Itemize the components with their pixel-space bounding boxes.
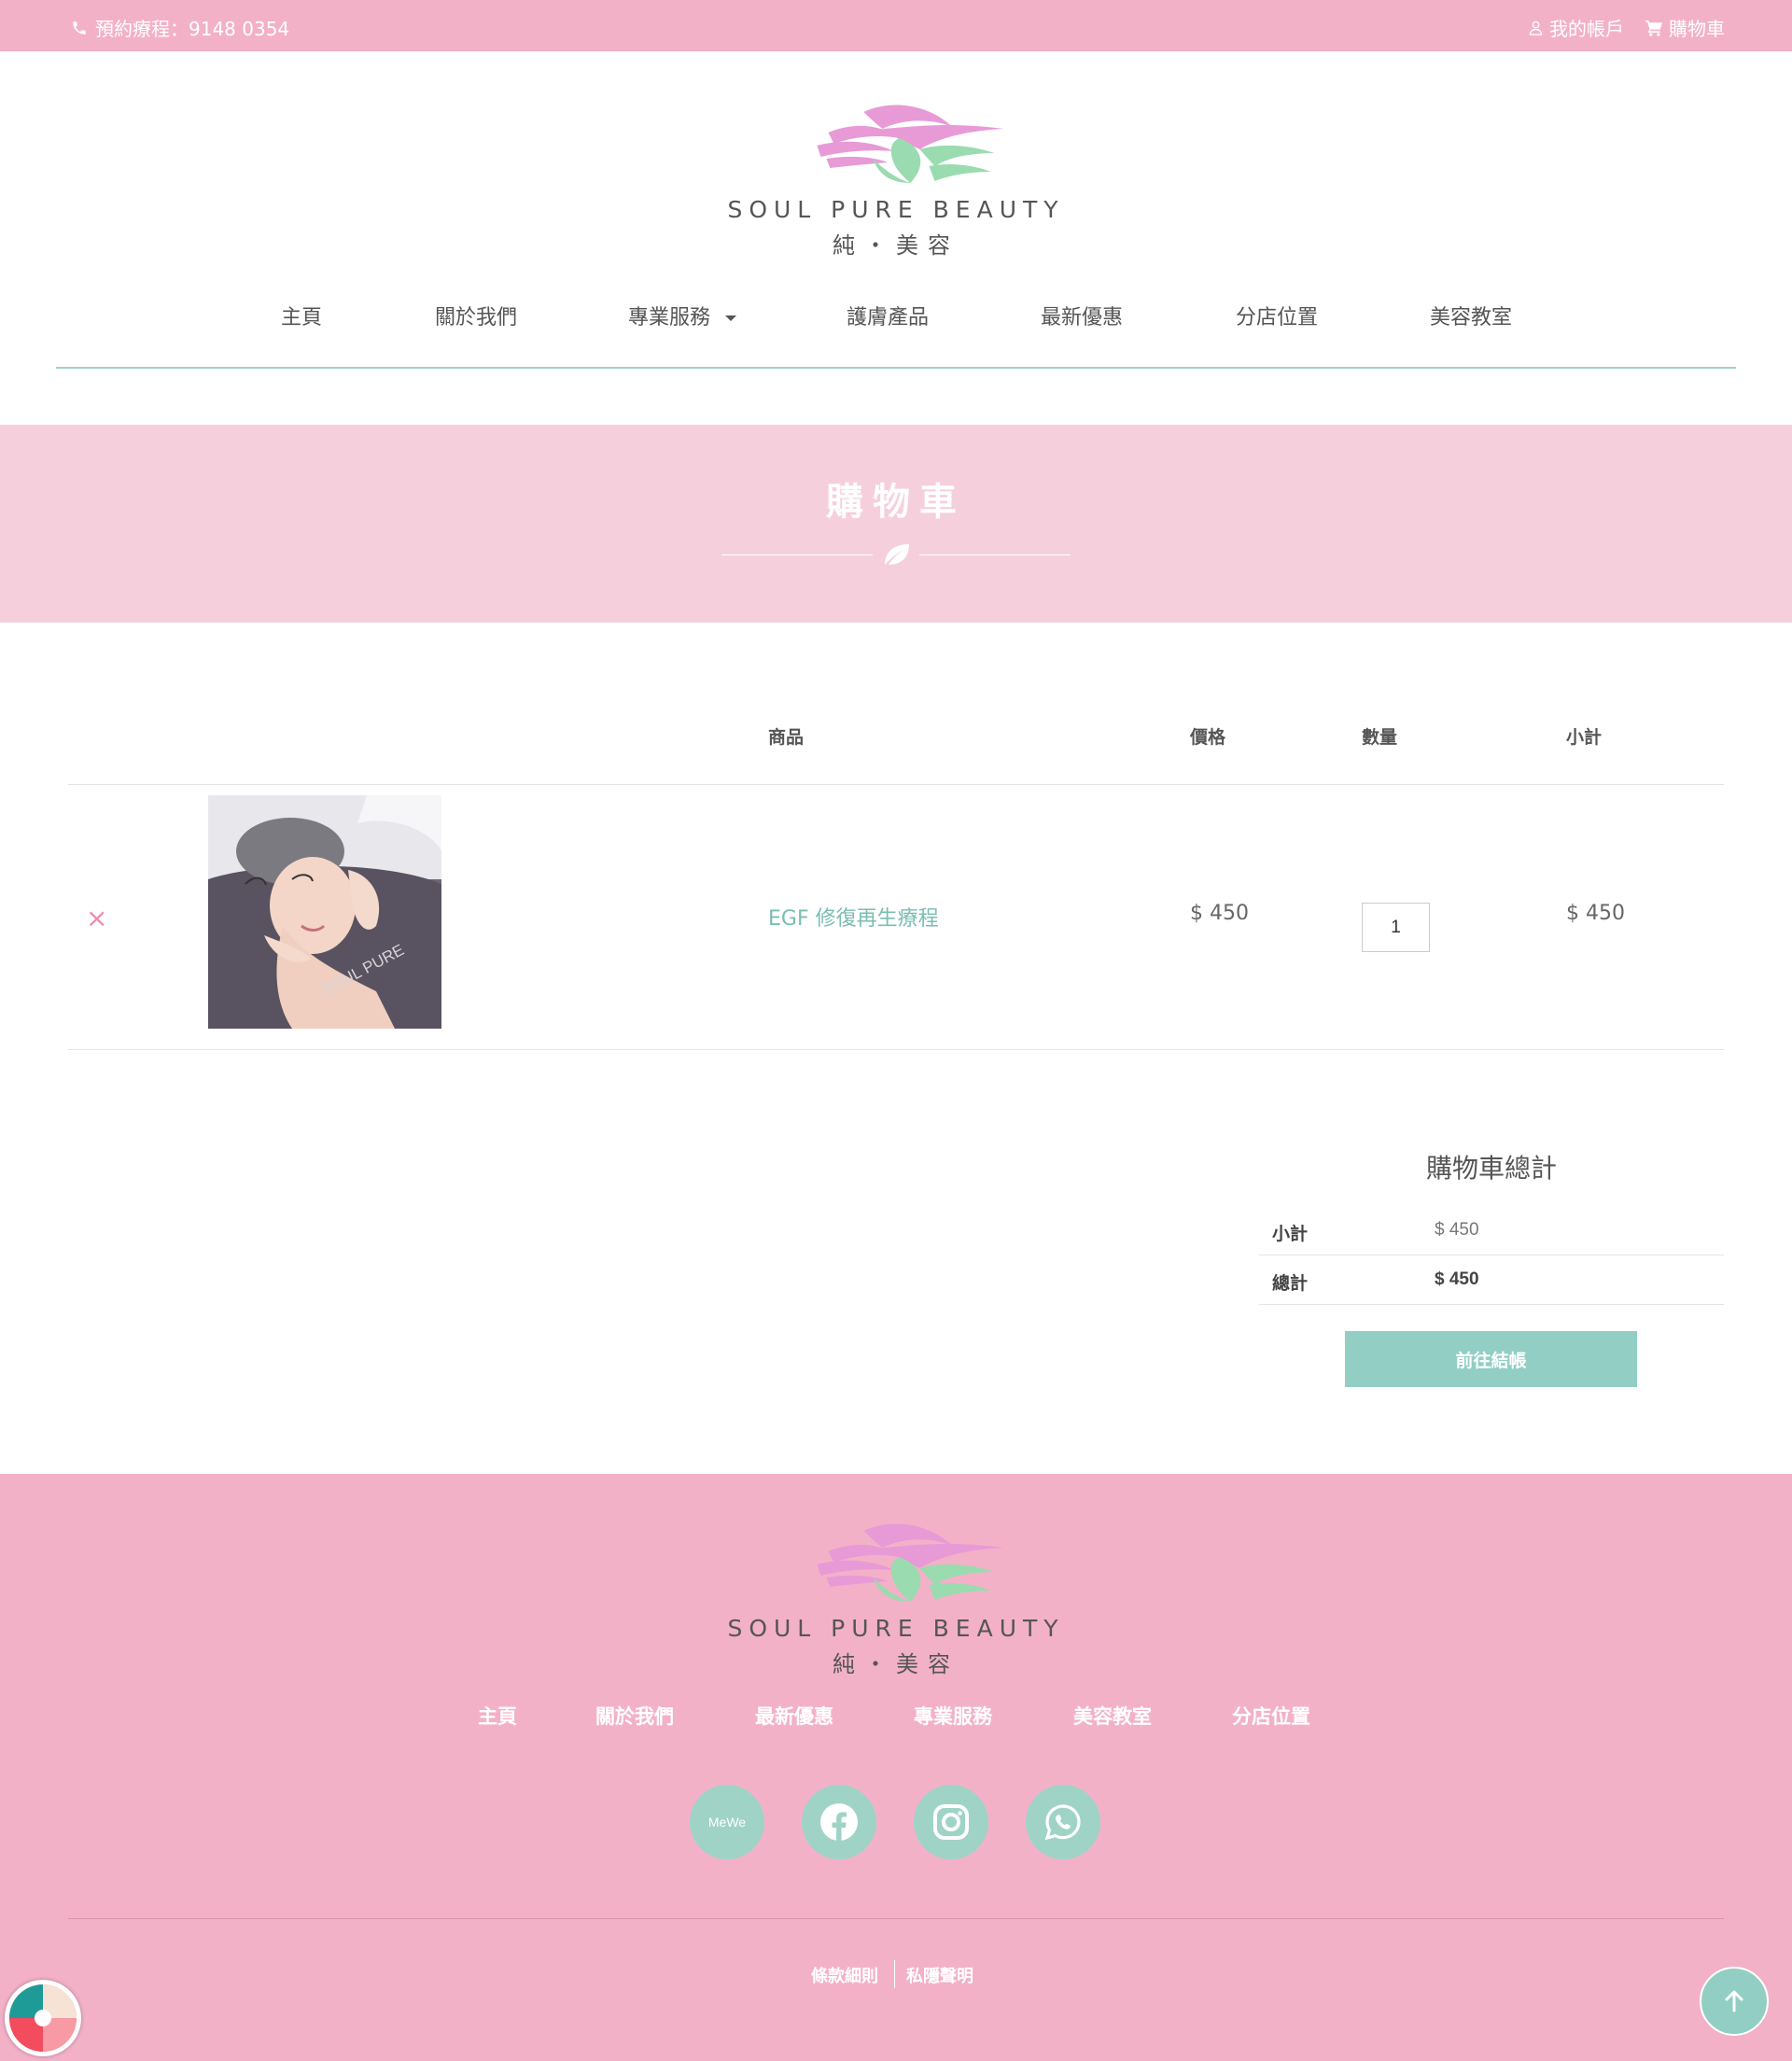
nav-item-offers[interactable]: 最新優惠: [1041, 301, 1123, 330]
totals-total-row: 總計 $ 450: [1259, 1255, 1724, 1305]
phone-icon: [73, 21, 86, 35]
nav-item-home[interactable]: 主頁: [281, 301, 322, 330]
footer-nav-about[interactable]: 關於我們: [595, 1702, 674, 1730]
nav-item-locations[interactable]: 分店位置: [1236, 301, 1318, 330]
cart-totals-title: 購物車總計: [1425, 1153, 1557, 1184]
mewe-button[interactable]: MeWe: [690, 1785, 764, 1859]
instagram-button[interactable]: [914, 1785, 988, 1859]
nav-item-services-label: 專業服務: [628, 306, 711, 329]
product-thumbnail[interactable]: SOUL PURE: [208, 795, 441, 1029]
footer-brand-name-zh: 純・美容: [832, 1651, 959, 1677]
logo-mark-icon: [816, 105, 1003, 183]
phone-text: 預約療程：9148 0354: [95, 18, 290, 40]
facebook-icon: [820, 1803, 858, 1841]
nav-item-classroom[interactable]: 美容教室: [1430, 301, 1512, 330]
table-row-divider: [68, 1049, 1724, 1050]
arrow-up-icon: [1725, 1990, 1743, 2012]
floating-widget-button[interactable]: [5, 1980, 81, 2056]
cart-icon: [1645, 20, 1662, 36]
product-price: $ 450: [1190, 902, 1249, 925]
phone-link[interactable]: 預約療程：9148 0354: [71, 14, 289, 41]
leaf-icon: [885, 544, 909, 565]
col-header-product: 商品: [768, 727, 805, 748]
totals-total-label: 總計: [1272, 1273, 1309, 1294]
user-icon: [1529, 21, 1543, 35]
my-account-link[interactable]: 我的帳戶: [1528, 14, 1624, 41]
whatsapp-button[interactable]: [1026, 1785, 1100, 1859]
totals-total-value: $ 450: [1435, 1269, 1479, 1289]
terms-link[interactable]: 條款細則: [811, 1963, 878, 1987]
footer-brand-name-en: SOUL PURE BEAUTY: [727, 1615, 1065, 1642]
table-header-divider: [68, 784, 1724, 785]
back-to-top-button[interactable]: [1700, 1967, 1769, 2036]
page-banner: 購物車: [0, 425, 1792, 623]
site-logo[interactable]: SOUL PURE BEAUTY 純・美容: [727, 101, 1064, 259]
whatsapp-icon: [1044, 1804, 1081, 1841]
nav-divider: [56, 367, 1736, 369]
cart-label: 購物車: [1669, 18, 1725, 40]
title-divider: [721, 537, 1071, 574]
divider-line-right: [919, 554, 1071, 555]
footer-logo-mark-icon: [816, 1523, 1003, 1602]
cart-link[interactable]: 購物車: [1645, 14, 1725, 41]
color-wheel-icon: [9, 1984, 77, 2052]
product-photo-icon: SOUL PURE: [208, 795, 441, 1029]
totals-subtotal-row: 小計 $ 450: [1259, 1206, 1724, 1255]
product-subtotal: $ 450: [1566, 902, 1625, 925]
footer-logo[interactable]: SOUL PURE BEAUTY 純・美容: [727, 1520, 1064, 1678]
totals-subtotal-label: 小計: [1272, 1224, 1309, 1244]
chevron-down-icon: [725, 315, 737, 321]
product-name-link[interactable]: EGF 修復再生療程: [768, 902, 939, 932]
footer-nav-offers[interactable]: 最新優惠: [755, 1702, 833, 1730]
footer-nav-home[interactable]: 主頁: [478, 1702, 517, 1730]
col-header-subtotal: 小計: [1566, 727, 1603, 748]
instagram-icon: [933, 1804, 969, 1840]
col-header-price: 價格: [1190, 727, 1226, 748]
nav-item-products[interactable]: 護膚產品: [847, 301, 929, 330]
col-header-quantity: 數量: [1362, 727, 1398, 748]
totals-subtotal-value: $ 450: [1435, 1220, 1479, 1240]
page-title: 購物車: [826, 481, 966, 524]
top-bar: 預約療程：9148 0354 我的帳戶 購物車: [0, 0, 1792, 51]
remove-item-button[interactable]: ×: [86, 903, 107, 933]
mewe-icon: MeWe: [707, 1815, 747, 1830]
brand-name-zh: 純・美容: [832, 232, 959, 259]
nav-item-services[interactable]: 專業服務: [628, 301, 737, 330]
legal-separator: [894, 1960, 895, 1988]
footer-nav-locations[interactable]: 分店位置: [1232, 1702, 1310, 1730]
footer-divider: [68, 1918, 1724, 1919]
footer-nav-classroom[interactable]: 美容教室: [1073, 1702, 1152, 1730]
divider-line-left: [721, 554, 873, 555]
checkout-button[interactable]: 前往結帳: [1345, 1331, 1637, 1387]
footer-nav-services[interactable]: 專業服務: [914, 1702, 992, 1730]
my-account-label: 我的帳戶: [1549, 18, 1624, 40]
facebook-button[interactable]: [802, 1785, 876, 1859]
nav-item-about[interactable]: 關於我們: [435, 301, 517, 330]
privacy-link[interactable]: 私隱聲明: [906, 1963, 973, 1987]
brand-name-en: SOUL PURE BEAUTY: [727, 196, 1065, 223]
quantity-input[interactable]: [1362, 903, 1430, 952]
